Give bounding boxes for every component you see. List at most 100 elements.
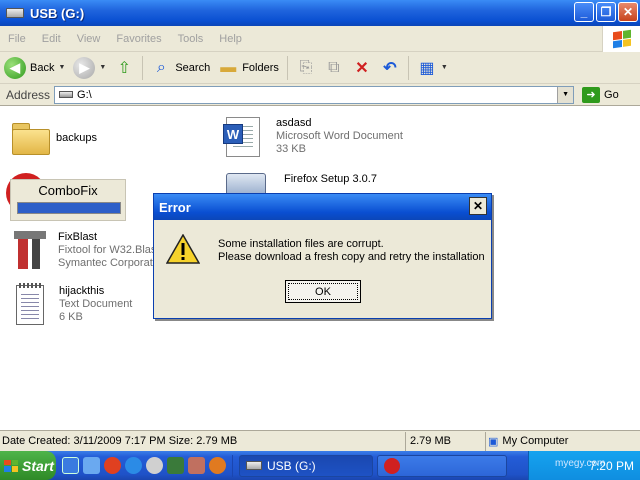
- dialog-message-line2: Please download a fresh copy and retry t…: [218, 251, 485, 263]
- start-button[interactable]: Start: [0, 451, 56, 480]
- ie-icon[interactable]: [125, 457, 142, 474]
- dialog-message: Some installation files are corrupt. Ple…: [218, 238, 485, 264]
- file-size: 6 KB: [59, 311, 83, 323]
- taskbar-separator: [232, 454, 233, 477]
- ql-app-icon[interactable]: [83, 457, 100, 474]
- clock[interactable]: 7:20 PM: [589, 459, 634, 473]
- status-size: 2.79 MB: [406, 431, 486, 451]
- ql-app-icon[interactable]: [167, 457, 184, 474]
- file-item-asdasd[interactable]: W asdasd Microsoft Word Document 33 KB: [223, 117, 403, 157]
- ql-app-icon[interactable]: [62, 457, 79, 474]
- windows-logo-icon: [602, 26, 640, 52]
- folders-button[interactable]: ▬ Folders: [214, 55, 283, 81]
- forward-arrow-icon: ▶: [73, 56, 96, 79]
- ql-app-icon[interactable]: [146, 457, 163, 474]
- go-button[interactable]: ➜ Go: [582, 86, 619, 103]
- error-dialog: Error ✕ Some installation files are corr…: [153, 193, 492, 319]
- file-company: Symantec Corporat: [58, 257, 153, 269]
- start-label: Start: [22, 457, 54, 474]
- search-icon: ⌕: [156, 58, 166, 76]
- minimize-button[interactable]: _: [574, 2, 594, 22]
- task-usb-window[interactable]: USB (G:): [239, 454, 373, 477]
- restore-button[interactable]: ❐: [596, 2, 616, 22]
- undo-button[interactable]: ↶: [376, 55, 404, 81]
- ok-button[interactable]: OK: [285, 280, 361, 303]
- up-folder-button[interactable]: ⇧: [110, 55, 138, 81]
- ql-app-icon[interactable]: [104, 457, 121, 474]
- back-button[interactable]: ◀ Back ▼: [0, 55, 69, 81]
- menu-tools[interactable]: Tools: [170, 33, 212, 45]
- back-arrow-icon: ◀: [4, 56, 26, 79]
- menu-bar: File Edit View Favorites Tools Help: [0, 26, 640, 52]
- search-button[interactable]: ⌕ Search: [147, 55, 214, 81]
- file-name: hijackthis: [59, 285, 105, 297]
- status-bar: Date Created: 3/11/2009 7:17 PM Size: 2.…: [0, 430, 640, 451]
- toolbar-separator: [142, 55, 144, 80]
- delete-button[interactable]: ✕: [348, 55, 376, 81]
- file-size: 33 KB: [276, 143, 306, 155]
- task-combofix[interactable]: [377, 454, 507, 477]
- folders-icon: ▬: [220, 58, 237, 76]
- progress-fill: [18, 203, 120, 213]
- dialog-close-button[interactable]: ✕: [469, 197, 487, 215]
- folders-label: Folders: [242, 61, 279, 74]
- toolbar: ◀ Back ▼ ▶ ▼ ⇧ ⌕ Search ▬ Folders ⎘ ⧉ ✕ …: [0, 52, 640, 84]
- menu-help[interactable]: Help: [211, 33, 250, 45]
- usb-drive-icon: [246, 461, 262, 470]
- copy-to-button[interactable]: ⧉: [320, 55, 348, 81]
- file-type: Microsoft Word Document: [276, 130, 403, 142]
- menu-view[interactable]: View: [69, 33, 109, 45]
- chevron-down-icon[interactable]: ▼: [58, 64, 65, 71]
- dialog-message-line1: Some installation files are corrupt.: [218, 238, 384, 250]
- menu-favorites[interactable]: Favorites: [108, 33, 169, 45]
- file-name: Firefox Setup 3.0.7: [284, 173, 377, 185]
- toolbar-separator: [286, 55, 288, 80]
- window-title: USB (G:): [30, 5, 85, 21]
- go-arrow-icon: ➜: [582, 86, 601, 103]
- back-label: Back: [30, 61, 55, 74]
- ql-app-icon[interactable]: [188, 457, 205, 474]
- address-label: Address: [6, 87, 51, 102]
- menu-edit[interactable]: Edit: [34, 33, 69, 45]
- toolbar-separator: [407, 55, 409, 80]
- file-item-backups[interactable]: backups: [12, 123, 97, 155]
- usb-drive-icon: [6, 8, 24, 18]
- go-label: Go: [604, 88, 619, 101]
- undo-icon: ↶: [383, 59, 397, 77]
- file-type: Text Document: [59, 298, 133, 310]
- file-type: Fixtool for W32.Blas: [58, 244, 157, 256]
- warning-icon: [165, 233, 201, 264]
- address-dropdown-button[interactable]: ▼: [557, 86, 574, 103]
- address-field[interactable]: G:\ ▼: [54, 85, 575, 104]
- status-location: My Computer: [502, 435, 569, 447]
- window-titlebar[interactable]: USB (G:) _ ❐ ✕: [0, 0, 640, 26]
- up-folder-icon: ⇧: [117, 59, 132, 77]
- copy-to-icon: ⧉: [328, 58, 340, 76]
- firefox-icon[interactable]: [209, 457, 226, 474]
- word-document-icon: W: [223, 117, 260, 157]
- views-button[interactable]: ▦ ▼: [413, 55, 452, 81]
- task-label: USB (G:): [267, 458, 316, 473]
- taskbar: Start USB (G:) myegy.com 7:20 PM: [0, 451, 640, 480]
- windows-logo-icon: [4, 459, 18, 472]
- close-button[interactable]: ✕: [618, 2, 638, 22]
- dialog-titlebar[interactable]: Error ✕: [154, 194, 491, 220]
- file-item-hijackthis[interactable]: hijackthis Text Document 6 KB: [16, 283, 133, 325]
- chevron-down-icon[interactable]: ▼: [99, 64, 106, 71]
- chevron-down-icon[interactable]: ▼: [441, 64, 448, 71]
- file-item-fixblast[interactable]: FixBlast Fixtool for W32.Blas Symantec C…: [14, 231, 156, 271]
- combofix-title: ComboFix: [38, 183, 98, 198]
- usb-drive-icon: [59, 91, 74, 98]
- quick-launch: [62, 457, 226, 474]
- fixblast-tool-icon: [14, 231, 46, 271]
- menu-file[interactable]: File: [0, 33, 34, 45]
- system-tray: myegy.com 7:20 PM: [528, 451, 640, 480]
- move-to-button[interactable]: ⎘: [292, 55, 320, 81]
- dialog-title: Error: [159, 199, 191, 215]
- address-value: G:\: [77, 88, 92, 101]
- forward-button[interactable]: ▶ ▼: [69, 55, 110, 81]
- folder-icon: [12, 123, 50, 155]
- file-name: FixBlast: [58, 231, 98, 243]
- file-name: backups: [56, 132, 97, 144]
- move-to-icon: ⎘: [299, 58, 313, 76]
